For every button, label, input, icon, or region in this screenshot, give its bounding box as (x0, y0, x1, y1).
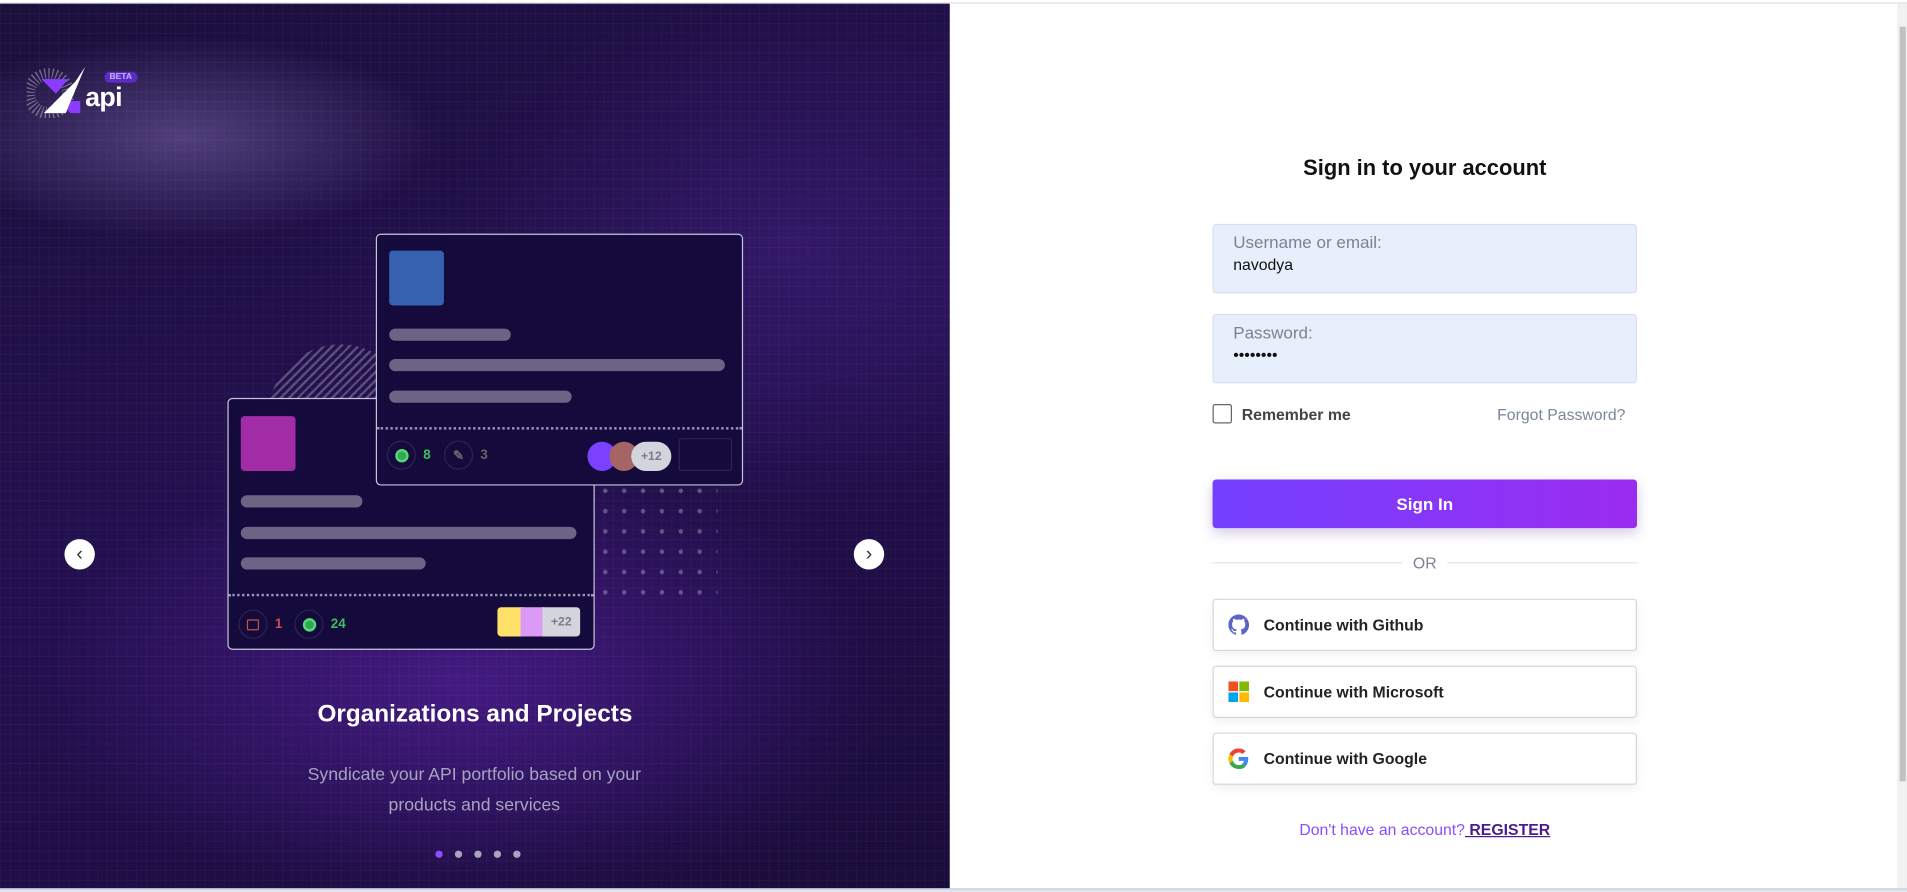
carousel-dot[interactable] (493, 850, 502, 858)
divider (377, 427, 742, 430)
pencil-icon: ✎ (443, 440, 474, 470)
stat-folders: 1 (238, 609, 283, 639)
placeholder-line (240, 526, 577, 540)
carousel-next-button[interactable]: › (853, 539, 885, 570)
forgot-password-link[interactable]: Forgot Password? (1497, 405, 1625, 423)
logo-text: api (85, 81, 122, 112)
stat-edits: ✎ 3 (443, 440, 488, 470)
placeholder-line (240, 557, 426, 570)
folder-icon (238, 609, 268, 639)
placeholder-line (389, 328, 511, 341)
username-label: Username or email: (1233, 232, 1382, 252)
carousel-dot[interactable] (474, 850, 482, 858)
remember-me-label[interactable]: Remember me (1242, 405, 1351, 423)
org-card-back: 8 ✎ 3 +12 (375, 233, 744, 486)
username-input[interactable]: navodya (1233, 256, 1616, 274)
placeholder-line (389, 390, 572, 403)
microsoft-button[interactable]: Continue with Microsoft (1212, 665, 1638, 718)
placeholder-box (678, 438, 733, 471)
scrollbar-thumb[interactable] (1899, 26, 1906, 782)
microsoft-icon (1228, 681, 1250, 703)
github-button[interactable]: Continue with Github (1212, 598, 1638, 652)
decorative-dots (595, 480, 718, 603)
google-icon (1228, 748, 1249, 770)
stat-apis: 8 (386, 440, 431, 470)
divider (1447, 562, 1638, 564)
placeholder-line (389, 358, 725, 372)
card-avatar (240, 416, 296, 471)
stat-apis: 24 (294, 609, 346, 639)
card-avatar (389, 250, 444, 306)
bottom-border (0, 888, 1907, 892)
remember-me-checkbox[interactable] (1212, 404, 1233, 424)
api-icon (294, 609, 324, 639)
google-button[interactable]: Continue with Google (1212, 732, 1638, 785)
page-title: Sign in to your account (1303, 155, 1547, 181)
divider (228, 593, 594, 597)
google-label: Continue with Google (1263, 749, 1428, 768)
github-label: Continue with Github (1263, 615, 1424, 635)
github-icon (1228, 614, 1250, 635)
more-members: +22 (542, 607, 581, 637)
divider (1212, 562, 1403, 564)
password-field[interactable]: Password: •••••••• (1212, 313, 1638, 384)
username-field[interactable]: Username or email: navodya (1212, 223, 1638, 294)
microsoft-label: Continue with Microsoft (1263, 682, 1444, 701)
api-icon (386, 440, 416, 470)
carousel-dot[interactable] (435, 850, 443, 858)
member-swatch (520, 607, 545, 637)
register-prompt-text: Don't have an account? (1299, 820, 1465, 839)
stat-value: 24 (330, 616, 346, 632)
stat-value: 8 (423, 447, 431, 463)
or-label: OR (1412, 553, 1437, 572)
more-members: +12 (631, 441, 672, 471)
stat-value: 3 (480, 447, 488, 463)
carousel-title: Organizations and Projects (317, 700, 633, 728)
password-label: Password: (1233, 322, 1313, 342)
register-prompt: Don't have an account? REGISTER (1213, 820, 1637, 838)
sign-in-button[interactable]: Sign In (1212, 479, 1638, 529)
carousel-dot[interactable] (454, 850, 463, 858)
password-input[interactable]: •••••••• (1233, 346, 1616, 364)
carousel-pagination (435, 850, 521, 858)
carousel-prev-button[interactable]: ‹ (64, 539, 95, 570)
carousel-subtitle: Syndicate your API portfolio based on yo… (307, 765, 641, 816)
stat-value: 1 (274, 616, 283, 632)
placeholder-line (240, 495, 363, 508)
promo-panel: BETA api 1 24 +22 8 ✎ 3 +12 ‹ › Organiza… (0, 3, 950, 889)
register-link[interactable]: REGISTER (1465, 820, 1550, 838)
carousel-dot[interactable] (513, 850, 521, 858)
